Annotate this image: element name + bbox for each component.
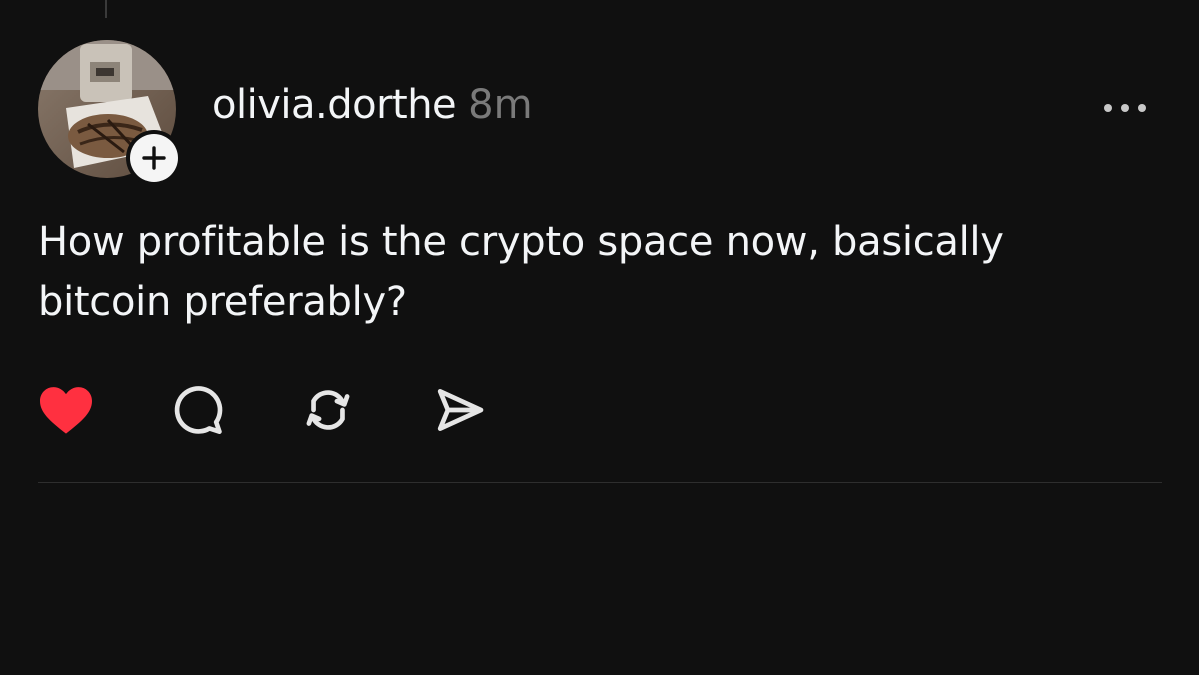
more-options-button[interactable] xyxy=(1097,92,1153,124)
more-horizontal-icon xyxy=(1104,104,1146,112)
follow-button-circle xyxy=(130,134,178,182)
repost-button[interactable] xyxy=(298,380,358,440)
post-text-line: How profitable is the crypto space now, … xyxy=(38,219,1004,265)
post-body-text: How profitable is the crypto space now, … xyxy=(38,212,1118,332)
share-button[interactable] xyxy=(430,380,490,440)
comment-button[interactable] xyxy=(168,380,228,440)
thread-connector-line xyxy=(105,0,107,18)
heart-icon xyxy=(40,387,92,434)
repost-icon xyxy=(306,390,350,430)
follow-button[interactable] xyxy=(126,130,182,186)
comment-icon xyxy=(174,386,223,435)
plus-icon xyxy=(142,146,166,170)
post-text-line: bitcoin preferably? xyxy=(38,279,407,325)
send-icon xyxy=(437,389,484,431)
username-link[interactable]: olivia.dorthe xyxy=(212,82,457,128)
post-header: olivia.dorthe 8m xyxy=(212,82,533,134)
like-button[interactable] xyxy=(36,380,96,440)
post-divider xyxy=(38,482,1162,483)
post-timestamp: 8m xyxy=(468,82,533,128)
